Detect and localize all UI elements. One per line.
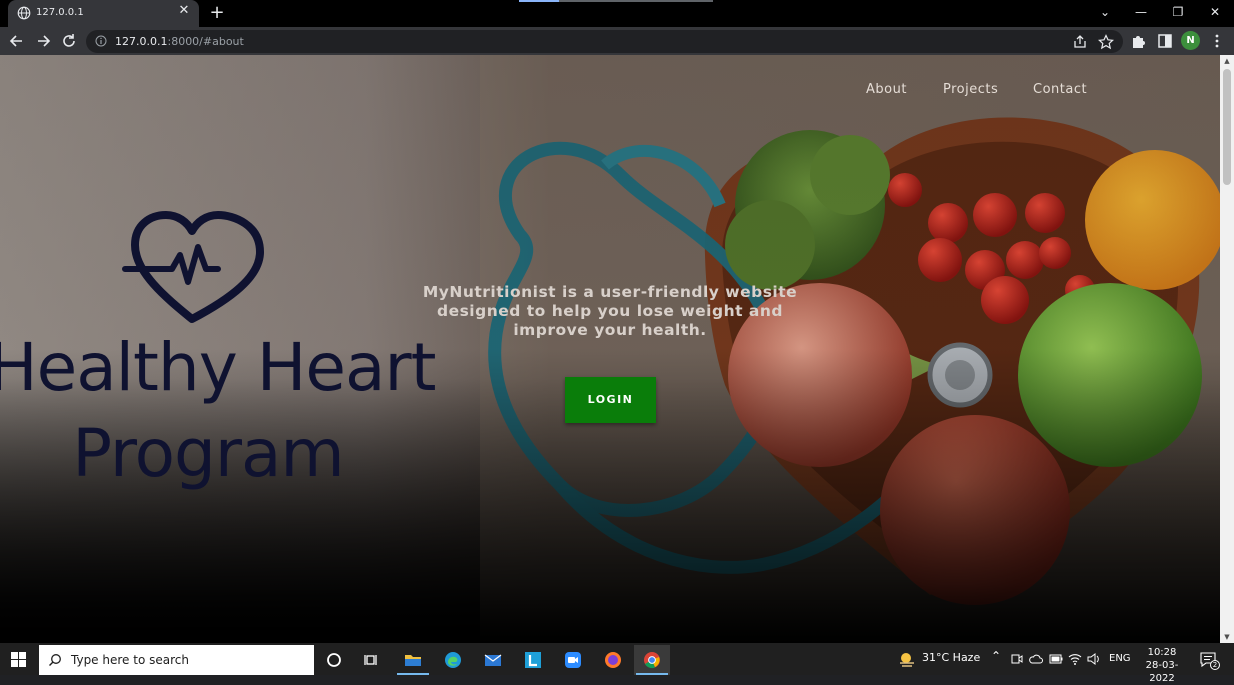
- reload-icon[interactable]: [59, 31, 79, 51]
- scroll-up-arrow-icon[interactable]: ▲: [1220, 55, 1234, 67]
- scroll-thumb[interactable]: [1223, 69, 1231, 185]
- address-bar[interactable]: 127.0.0.1:8000/#about: [86, 30, 1123, 53]
- mail-envelope-icon: [484, 654, 502, 666]
- firefox-icon: [605, 652, 621, 668]
- url-text: 127.0.0.1:8000/#about: [115, 35, 244, 48]
- notification-count-badge: 2: [1210, 660, 1220, 670]
- mail-app[interactable]: [475, 645, 511, 675]
- file-explorer-app[interactable]: [395, 645, 431, 675]
- tab-title: 127.0.0.1: [36, 7, 84, 18]
- search-placeholder: Type here to search: [71, 653, 189, 667]
- haze-weather-icon: [900, 653, 914, 667]
- weather-text[interactable]: 31°C Haze: [922, 651, 980, 664]
- logo-title-line1: Healthy Heart: [0, 329, 436, 406]
- restore-button[interactable]: ❐: [1166, 2, 1190, 22]
- page-scrollbar[interactable]: ▲ ▼: [1220, 55, 1234, 643]
- wifi-icon[interactable]: [1068, 652, 1082, 666]
- input-language[interactable]: ENG: [1109, 653, 1131, 664]
- firefox-app[interactable]: [595, 645, 631, 675]
- l-app[interactable]: [515, 645, 551, 675]
- tab-strip: 127.0.0.1 ✕ + ⌄ — ❐ ✕: [0, 0, 1234, 27]
- close-window-button[interactable]: ✕: [1203, 2, 1227, 22]
- extensions-puzzle-icon[interactable]: [1130, 32, 1148, 50]
- chrome-app[interactable]: [634, 645, 670, 675]
- search-icon: [49, 654, 61, 666]
- globe-icon: [17, 6, 31, 20]
- nav-link-about[interactable]: About: [866, 82, 907, 102]
- minimize-button[interactable]: —: [1129, 2, 1153, 22]
- volume-speaker-icon[interactable]: [1086, 652, 1100, 666]
- browser-toolbar: 127.0.0.1:8000/#about N: [0, 27, 1234, 55]
- forward-arrow-icon[interactable]: [33, 31, 53, 51]
- clock-time: 10:28: [1147, 647, 1177, 658]
- hero-tagline: MyNutritionist is a user-friendly websit…: [422, 283, 798, 339]
- taskbar-clock[interactable]: 10:28 28-03-2022: [1135, 646, 1189, 685]
- scroll-down-arrow-icon[interactable]: ▼: [1220, 631, 1234, 643]
- windows-start-icon[interactable]: [11, 652, 26, 667]
- close-tab-icon[interactable]: ✕: [177, 4, 191, 18]
- hero-section: Healthy Heart Program About Projects Con…: [0, 55, 1220, 643]
- windows-taskbar: Type here to search 31°C Haze ⌃ ENG 10:2…: [0, 643, 1234, 684]
- meet-now-icon[interactable]: [1011, 653, 1023, 665]
- l-letter-icon: [525, 652, 541, 668]
- task-view-icon: [364, 655, 377, 665]
- tab-search-indicator: [519, 0, 713, 2]
- side-panel-icon[interactable]: [1156, 32, 1174, 50]
- page-viewport: Healthy Heart Program About Projects Con…: [0, 55, 1220, 643]
- program-logo: Healthy Heart Program: [0, 205, 436, 525]
- zoom-camera-icon: [565, 652, 581, 668]
- nav-link-contact[interactable]: Contact: [1033, 82, 1087, 102]
- clock-date: 28-03-2022: [1145, 660, 1179, 684]
- show-hidden-icons-chevron-icon[interactable]: ⌃: [991, 649, 1001, 663]
- site-info-icon[interactable]: [95, 35, 107, 47]
- task-view-button[interactable]: [354, 645, 390, 675]
- logo-title: Healthy Heart Program: [0, 325, 436, 497]
- kebab-menu-icon[interactable]: [1208, 32, 1226, 50]
- cortana-circle-icon: [327, 653, 341, 667]
- logo-title-line2: Program: [72, 415, 344, 492]
- battery-icon[interactable]: [1049, 654, 1063, 664]
- heartbeat-logo-icon: [122, 211, 264, 323]
- cortana-button[interactable]: [316, 645, 352, 675]
- folder-icon: [405, 655, 421, 666]
- profile-avatar[interactable]: N: [1181, 31, 1200, 50]
- taskbar-search-box[interactable]: Type here to search: [39, 645, 314, 675]
- edge-browser-app[interactable]: [435, 645, 471, 675]
- login-button[interactable]: LOGIN: [565, 377, 656, 423]
- tab-search-chevron-icon[interactable]: ⌄: [1093, 2, 1117, 22]
- zoom-app[interactable]: [555, 645, 591, 675]
- share-icon[interactable]: [1071, 33, 1089, 51]
- edge-icon: [445, 652, 461, 668]
- back-arrow-icon[interactable]: [7, 31, 27, 51]
- new-tab-button[interactable]: +: [207, 3, 227, 23]
- nav-link-projects[interactable]: Projects: [943, 82, 998, 102]
- chrome-icon: [644, 652, 660, 669]
- browser-tab[interactable]: 127.0.0.1 ✕: [8, 0, 199, 27]
- onedrive-cloud-icon[interactable]: [1029, 653, 1043, 665]
- bookmark-star-icon[interactable]: [1097, 33, 1115, 51]
